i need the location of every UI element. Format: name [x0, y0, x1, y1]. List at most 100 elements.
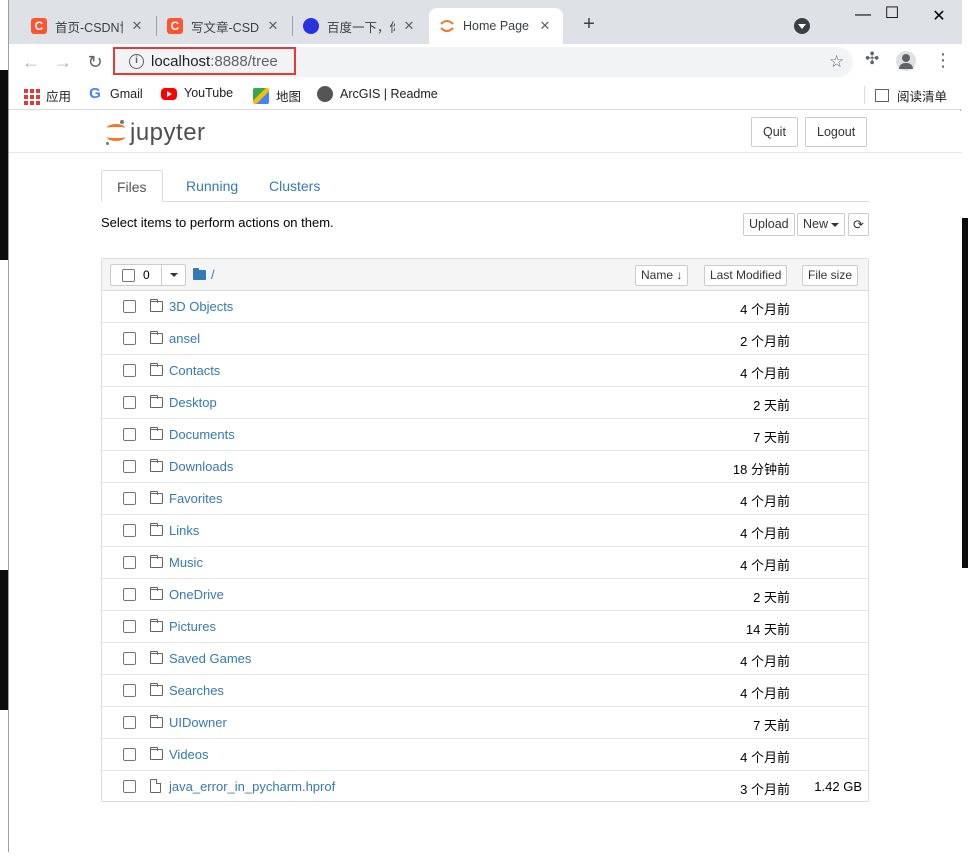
reload-icon[interactable]: ↻ [83, 50, 107, 74]
forward-arrow-icon[interactable]: → [51, 50, 75, 74]
bookmark-gmail[interactable]: G Gmail [87, 86, 143, 102]
new-button[interactable]: New [797, 213, 846, 236]
minimize-icon[interactable]: — [851, 6, 875, 24]
item-name-link[interactable]: Favorites [169, 491, 222, 506]
folder-icon [150, 587, 163, 600]
row-checkbox[interactable] [123, 428, 136, 441]
row-checkbox[interactable] [123, 684, 136, 697]
bookmark-youtube[interactable]: YouTube [161, 86, 233, 100]
row-checkbox[interactable] [123, 524, 136, 537]
select-dropdown-toggle[interactable] [161, 265, 186, 285]
item-name-link[interactable]: Documents [169, 427, 235, 442]
item-last-modified: 4 个月前 [740, 302, 790, 317]
table-row[interactable]: java_error_in_pycharm.hprof 3 个月前 1.42 GB [102, 771, 868, 803]
maximize-icon[interactable]: ☐ [880, 3, 904, 23]
close-icon[interactable]: ✕ [265, 18, 281, 34]
table-row[interactable]: Downloads 18 分钟前 [102, 451, 868, 483]
profile-avatar-icon[interactable] [896, 51, 916, 71]
row-checkbox[interactable] [123, 460, 136, 473]
close-icon[interactable]: ✕ [129, 18, 145, 34]
row-checkbox[interactable] [123, 332, 136, 345]
table-row[interactable]: Documents 7 天前 [102, 419, 868, 451]
table-row[interactable]: Pictures 14 天前 [102, 611, 868, 643]
table-row[interactable]: Searches 4 个月前 [102, 675, 868, 707]
item-file-size: 1.42 GB [814, 779, 862, 794]
close-icon[interactable]: ✕ [537, 18, 553, 34]
row-checkbox[interactable] [123, 620, 136, 633]
item-name-link[interactable]: Saved Games [169, 651, 251, 666]
row-checkbox[interactable] [123, 716, 136, 729]
bookmark-maps[interactable]: 地图 [253, 86, 301, 105]
logout-button[interactable]: Logout [805, 117, 868, 147]
tab-clusters[interactable]: Clusters [254, 170, 335, 202]
folder-icon [150, 395, 163, 408]
row-checkbox[interactable] [123, 364, 136, 377]
bookmark-apps[interactable]: 应用 [23, 86, 71, 105]
item-name-link[interactable]: Music [169, 555, 203, 570]
row-checkbox[interactable] [123, 588, 136, 601]
jupyter-header: jupyter Quit Logout [9, 111, 962, 153]
table-row[interactable]: Favorites 4 个月前 [102, 483, 868, 515]
breadcrumb[interactable]: / [193, 267, 215, 282]
extensions-puzzle-icon[interactable]: ✣ [865, 49, 879, 69]
item-name-link[interactable]: java_error_in_pycharm.hprof [169, 779, 335, 794]
item-name-link[interactable]: Desktop [169, 395, 217, 410]
table-row[interactable]: Desktop 2 天前 [102, 387, 868, 419]
table-row[interactable]: Links 4 个月前 [102, 515, 868, 547]
row-checkbox[interactable] [123, 748, 136, 761]
item-name-link[interactable]: Pictures [169, 619, 216, 634]
item-name-link[interactable]: Contacts [169, 363, 220, 378]
table-row[interactable]: Contacts 4 个月前 [102, 355, 868, 387]
item-name-link[interactable]: ansel [169, 331, 200, 346]
row-checkbox[interactable] [123, 492, 136, 505]
item-name-link[interactable]: 3D Objects [169, 299, 233, 314]
window-close-icon[interactable]: ✕ [927, 6, 951, 26]
tab-files[interactable]: Files [101, 170, 163, 202]
browser-tab-jupyter[interactable]: Home Page - Select ✕ [429, 8, 563, 44]
select-all-checkbox[interactable] [122, 269, 135, 282]
table-row[interactable]: UIDowner 7 天前 [102, 707, 868, 739]
row-checkbox[interactable] [123, 780, 136, 793]
browser-tab-baidu[interactable]: 百度一下，你就知道 ✕ [293, 8, 427, 44]
more-menu-icon[interactable]: ⋮ [934, 50, 952, 70]
item-name-link[interactable]: Videos [169, 747, 209, 762]
item-name-link[interactable]: UIDowner [169, 715, 227, 730]
item-last-modified: 7 天前 [753, 718, 790, 733]
browser-tab-csdn-home[interactable]: C 首页-CSDN博客 ✕ [21, 8, 155, 44]
upload-button[interactable]: Upload [743, 213, 795, 236]
item-name-link[interactable]: Downloads [169, 459, 233, 474]
table-row[interactable]: OneDrive 2 天前 [102, 579, 868, 611]
row-checkbox[interactable] [123, 396, 136, 409]
item-name-link[interactable]: Links [169, 523, 199, 538]
sort-by-file-size-button[interactable]: File size [802, 265, 859, 286]
table-row[interactable]: Videos 4 个月前 [102, 739, 868, 771]
new-tab-plus-icon[interactable]: + [579, 14, 599, 34]
table-row[interactable]: 3D Objects 4 个月前 [102, 291, 868, 323]
bookmark-star-icon[interactable]: ☆ [829, 52, 844, 72]
select-all-control[interactable]: 0 [110, 264, 186, 286]
jupyter-logo[interactable]: jupyter [106, 119, 206, 147]
folder-icon [150, 491, 163, 504]
table-row[interactable]: ansel 2 个月前 [102, 323, 868, 355]
folder-icon [150, 427, 163, 440]
row-checkbox[interactable] [123, 300, 136, 313]
item-last-modified: 4 个月前 [740, 750, 790, 765]
sort-by-last-modified-button[interactable]: Last Modified [704, 265, 788, 286]
browser-tab-csdn-write[interactable]: C 写文章-CSDN博客 ✕ [157, 8, 291, 44]
item-name-link[interactable]: OneDrive [169, 587, 224, 602]
reading-list-button[interactable]: 阅读清单 [875, 86, 947, 105]
row-checkbox[interactable] [123, 556, 136, 569]
tab-search-icon[interactable] [794, 18, 810, 34]
bookmark-arcgis[interactable]: ArcGIS | Readme [317, 86, 438, 102]
refresh-button[interactable]: ⟳ [848, 213, 869, 236]
quit-button[interactable]: Quit [751, 117, 798, 147]
item-name-link[interactable]: Searches [169, 683, 224, 698]
row-checkbox[interactable] [123, 652, 136, 665]
sort-by-name-button[interactable]: Name ↓ [635, 265, 689, 286]
tab-running[interactable]: Running [171, 170, 253, 202]
new-button-label: New [803, 217, 829, 231]
back-arrow-icon[interactable]: ← [19, 50, 43, 74]
table-row[interactable]: Saved Games 4 个月前 [102, 643, 868, 675]
table-row[interactable]: Music 4 个月前 [102, 547, 868, 579]
close-icon[interactable]: ✕ [401, 18, 417, 34]
